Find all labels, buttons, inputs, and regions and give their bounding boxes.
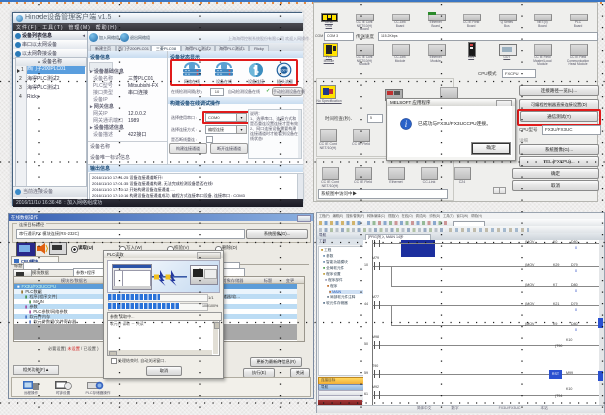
svg-text:100%: 100%	[280, 69, 289, 73]
